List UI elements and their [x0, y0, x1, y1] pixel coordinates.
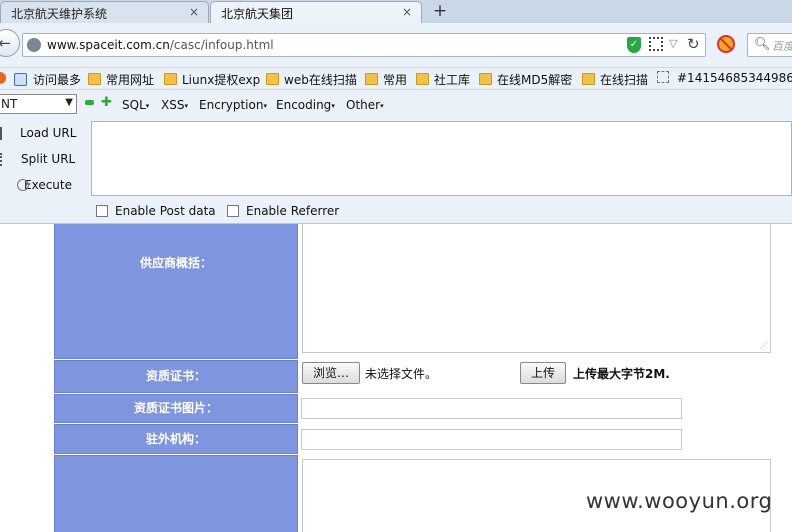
- bookmark-hash[interactable]: #14154685344986: [657, 71, 792, 85]
- back-button[interactable]: ←: [0, 29, 20, 57]
- bookmarks-toolbar: 访问最多 常用网址 Liunx提权exp web在线扫描 常用 社工库 在线MD…: [0, 68, 792, 90]
- watermark: www.wooyun.org: [586, 489, 773, 513]
- qr-code-icon[interactable]: [649, 37, 663, 51]
- menu-encryption[interactable]: Encryption▾: [199, 98, 267, 112]
- resize-grip-icon[interactable]: ⋰: [760, 341, 768, 350]
- upload-hint: 上传最大字节2M.: [573, 367, 670, 381]
- new-tab-button[interactable]: +: [430, 1, 450, 21]
- menu-other[interactable]: Other▾: [346, 98, 384, 112]
- qualification-image-label: 资质证书图片：: [54, 394, 298, 423]
- supplier-overview-label: 供应商概括：: [54, 224, 298, 359]
- firefox-icon: [0, 72, 6, 84]
- menu-xss[interactable]: XSS▾: [161, 98, 188, 112]
- url-host: www.spaceit.com.cn: [47, 38, 170, 52]
- history-icon: [14, 73, 27, 86]
- checkbox-box: [96, 205, 108, 217]
- supplier-overview-textarea[interactable]: ⋰: [302, 224, 771, 353]
- url-text: www.spaceit.com.cn/casc/infoup.html: [47, 38, 274, 52]
- folder-icon: [365, 73, 378, 85]
- enable-referrer-checkbox[interactable]: Enable Referrer: [227, 204, 339, 218]
- bookmark-common-sites[interactable]: 常用网址: [88, 71, 154, 88]
- overseas-org-label: 驻外机构：: [54, 424, 298, 454]
- bookmark-online-scan[interactable]: 在线扫描: [582, 71, 648, 88]
- checkbox-box: [227, 205, 239, 217]
- folder-icon: [88, 73, 101, 85]
- execute-button[interactable]: Execute: [17, 178, 72, 192]
- split-url-icon: [0, 153, 10, 166]
- page-content: 供应商概括： ⋰ 资质证书： 浏览… 未选择文件。 上传 上传最大字节2M. 资…: [0, 224, 792, 532]
- reload-icon[interactable]: ↻: [687, 35, 700, 53]
- menu-sql[interactable]: SQL▾: [122, 98, 149, 112]
- load-url-button[interactable]: Load URL: [0, 126, 76, 140]
- next-row-label: [54, 455, 298, 532]
- search-icon: 🔍︎: [754, 37, 771, 52]
- hackbar-panel: NT ▼ ✚ SQL▾ XSS▾ Encryption▾ Encoding▾ Ot…: [0, 90, 792, 224]
- dropdown-arrow-icon[interactable]: ▽: [669, 37, 677, 50]
- page-icon: [657, 71, 669, 83]
- navigation-toolbar: ← www.spaceit.com.cn/casc/infoup.html ✓ …: [0, 23, 792, 68]
- tab-strip: 北京航天维护系统 × 北京航天集团 × +: [0, 0, 792, 23]
- folder-icon: [266, 73, 279, 85]
- hackbar-url-textarea[interactable]: [91, 121, 792, 196]
- globe-icon: [27, 38, 41, 52]
- tab-jituan[interactable]: 北京航天集团 ×: [210, 1, 422, 23]
- hackbar-select[interactable]: NT ▼: [0, 94, 77, 114]
- url-path: /casc/infoup.html: [169, 38, 274, 52]
- enable-post-data-checkbox[interactable]: Enable Post data: [96, 204, 216, 218]
- bookmark-md5[interactable]: 在线MD5解密: [479, 71, 572, 88]
- bookmark-web-scan[interactable]: web在线扫描: [266, 71, 357, 88]
- search-placeholder: 百度: [772, 40, 792, 53]
- load-url-icon: [0, 127, 10, 140]
- browse-button[interactable]: 浏览…: [302, 362, 360, 384]
- tab-weihu[interactable]: 北京航天维护系统 ×: [0, 1, 209, 23]
- folder-icon: [582, 73, 595, 85]
- close-tab-icon[interactable]: ×: [402, 5, 412, 19]
- minus-icon[interactable]: [85, 100, 94, 105]
- split-url-button[interactable]: Split URL: [0, 152, 75, 166]
- upload-button[interactable]: 上传: [520, 362, 566, 384]
- search-bar[interactable]: 🔍︎ 百度: [747, 33, 792, 57]
- close-tab-icon[interactable]: ×: [189, 5, 199, 19]
- chevron-down-icon: ▼: [65, 97, 73, 108]
- bookmark-most-visited[interactable]: 访问最多: [14, 71, 81, 88]
- tab-label: 北京航天集团: [221, 7, 294, 21]
- folder-icon: [164, 73, 177, 85]
- overseas-org-input[interactable]: [301, 429, 682, 450]
- plus-icon[interactable]: ✚: [101, 96, 112, 109]
- qualification-label: 资质证书：: [54, 360, 298, 393]
- bookmark-sgk[interactable]: 社工库: [416, 71, 470, 88]
- folder-icon: [479, 73, 492, 85]
- folder-icon: [416, 73, 429, 85]
- url-bar[interactable]: www.spaceit.com.cn/casc/infoup.html ✓ ▽ …: [22, 33, 706, 57]
- shield-icon[interactable]: ✓: [627, 37, 641, 53]
- execute-icon: [17, 179, 29, 191]
- tab-label: 北京航天维护系统: [11, 7, 108, 21]
- qualification-image-input[interactable]: [301, 398, 682, 419]
- no-file-text: 未选择文件。: [365, 367, 438, 381]
- noscript-icon[interactable]: [717, 35, 735, 53]
- bookmark-common[interactable]: 常用: [365, 71, 407, 88]
- menu-encoding[interactable]: Encoding▾: [276, 98, 335, 112]
- bookmark-linux-exp[interactable]: Liunx提权exp: [164, 71, 260, 88]
